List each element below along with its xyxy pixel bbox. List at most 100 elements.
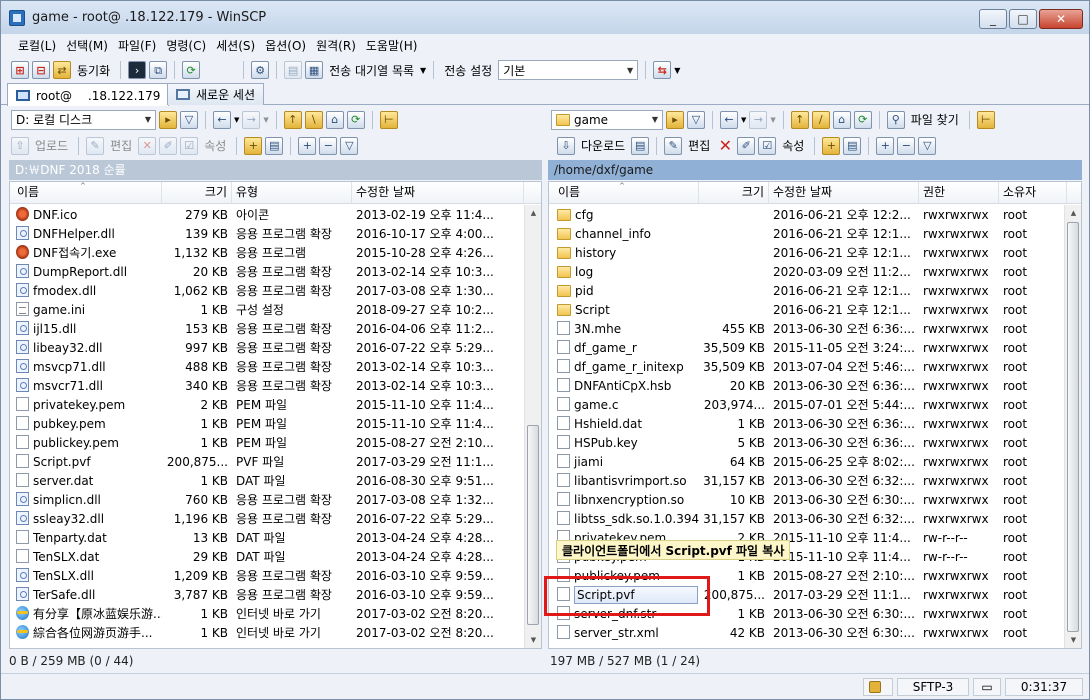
- menu-command[interactable]: 명령(C): [161, 37, 211, 54]
- remote-file-row[interactable]: HSPub.key 5 KB 2013-06-30 오전 6:36:... rwxrw…: [549, 434, 1065, 453]
- minimize-button[interactable]: _: [979, 9, 1007, 29]
- filter-icon[interactable]: ▽: [687, 110, 705, 129]
- queue-list-label[interactable]: 전송 대기열 목록: [329, 62, 414, 79]
- remote-file-row[interactable]: df_game_r 35,509 KB 2015-11-05 오전 3:24:...…: [549, 339, 1065, 358]
- right-scroll-thumb[interactable]: [1067, 222, 1079, 632]
- menu-remote[interactable]: 원격(R): [311, 37, 361, 54]
- file-row[interactable]: Script.pvf 200,875... PVF 파일 2017-03-29 오전 …: [10, 453, 526, 472]
- remote-file-row[interactable]: Script 2016-06-21 오후 12:1... rwxrwxrwx root: [549, 301, 1065, 320]
- refresh-icon[interactable]: ⟳: [346, 110, 365, 129]
- file-row[interactable]: ssleay32.dll 1,196 KB 응용 프로그램 확장 2016-07-22…: [10, 510, 526, 529]
- tree-icon[interactable]: ⊢: [976, 110, 995, 129]
- col-name[interactable]: ^ 이름: [549, 182, 699, 203]
- parent-dir-icon[interactable]: ↑: [790, 110, 809, 129]
- synchronize-browse-icon[interactable]: ⊟: [32, 61, 50, 79]
- left-scrollbar[interactable]: ▲ ▼: [524, 205, 541, 648]
- col-modified[interactable]: 수정한 날짜: [352, 182, 524, 203]
- edit-button[interactable]: 편집: [688, 137, 710, 154]
- file-row[interactable]: publickey.pem 1 KB PEM 파일 2015-08-27 오전 2:1…: [10, 434, 526, 453]
- root-dir-icon[interactable]: /: [811, 110, 830, 129]
- local-drive-select[interactable]: D: 로컬 디스크 ▼: [11, 109, 156, 130]
- file-row[interactable]: libeay32.dll 997 KB 응용 프로그램 확장 2016-07-22 오…: [10, 339, 526, 358]
- left-scroll-thumb[interactable]: [527, 425, 539, 625]
- col-owner[interactable]: 소유자: [999, 182, 1067, 203]
- remote-file-row[interactable]: history 2016-06-21 오후 12:1... rwxrwxrwx roo…: [549, 244, 1065, 263]
- home-icon[interactable]: ⌂: [832, 110, 851, 129]
- preferences-icon[interactable]: ⚙: [251, 61, 270, 79]
- refresh-queue-icon[interactable]: ⟳: [182, 61, 201, 79]
- new-folder-icon[interactable]: +: [822, 136, 841, 155]
- back-icon[interactable]: ←: [720, 110, 738, 129]
- download-icon[interactable]: ⇩: [557, 136, 575, 155]
- remote-file-row[interactable]: server_str.xml 42 KB 2013-06-30 오전 6:30:..…: [549, 624, 1065, 643]
- file-row[interactable]: privatekey.pem 2 KB PEM 파일 2015-11-10 오후 11…: [10, 396, 526, 415]
- transfer-options-icon[interactable]: ⇆: [653, 61, 672, 79]
- menu-file[interactable]: 파일(F): [113, 37, 161, 54]
- col-modified[interactable]: 수정한 날짜: [769, 182, 919, 203]
- file-row[interactable]: game.ini 1 KB 구성 설정 2018-09-27 오후 10:2...: [10, 301, 526, 320]
- download-options-icon[interactable]: ▤: [631, 136, 650, 155]
- file-row[interactable]: 有分享【原冰蓝娱乐游... 1 KB 인터넷 바로 가기 2017-03-02 오전 …: [10, 605, 526, 624]
- sync-label[interactable]: 동기화: [77, 62, 110, 79]
- remote-file-row[interactable]: 3N.mhe 455 KB 2013-06-30 오전 6:36:... rwxrwx…: [549, 320, 1065, 339]
- file-row[interactable]: msvcp71.dll 488 KB 응용 프로그램 확장 2013-02-14 오후…: [10, 358, 526, 377]
- open-folder-icon[interactable]: ▸: [159, 110, 177, 129]
- tree-icon[interactable]: ⊢: [379, 110, 398, 129]
- invert-selection-icon[interactable]: ▽: [340, 136, 359, 155]
- file-row[interactable]: msvcr71.dll 340 KB 응용 프로그램 확장 2013-02-14 오후…: [10, 377, 526, 396]
- col-type[interactable]: 유형: [232, 182, 352, 203]
- new-folder-icon[interactable]: +: [244, 136, 263, 155]
- remote-file-row[interactable]: df_game_r_initexp 35,509 KB 2013-07-04 오전 …: [549, 358, 1065, 377]
- select-all-icon[interactable]: +: [876, 136, 895, 155]
- new-file-icon[interactable]: ▤: [843, 136, 862, 155]
- maximize-button[interactable]: □: [1009, 9, 1037, 29]
- file-row[interactable]: TenSLX.dll 1,209 KB 응용 프로그램 확장 2016-03-10 오…: [10, 567, 526, 586]
- unselect-icon[interactable]: −: [897, 136, 916, 155]
- remote-file-row[interactable]: libtss_sdk.so.1.0.394 31,157 KB 2013-06-30…: [549, 510, 1065, 529]
- menu-local[interactable]: 로컬(L): [13, 37, 61, 54]
- menu-session[interactable]: 세션(S): [211, 37, 260, 54]
- edit-icon[interactable]: ✎: [664, 136, 683, 155]
- file-row[interactable]: DumpReport.dll 20 KB 응용 프로그램 확장 2013-02-14 …: [10, 263, 526, 282]
- root-dir-icon[interactable]: \: [304, 110, 323, 129]
- find-files-button[interactable]: 파일 찾기: [911, 111, 959, 128]
- file-row[interactable]: fmodex.dll 1,062 KB 응용 프로그램 확장 2017-03-08 오…: [10, 282, 526, 301]
- transfer-preset-select[interactable]: 기본 ▼: [498, 60, 639, 80]
- invert-selection-icon[interactable]: ▽: [918, 136, 937, 155]
- tab-new-session[interactable]: 새로운 세션: [167, 83, 265, 105]
- remote-file-row[interactable]: channel_info 2016-06-21 오후 12:1... rwxrwxr…: [549, 225, 1065, 244]
- transfer-options-dropdown-icon[interactable]: ▼: [674, 66, 680, 75]
- properties-button[interactable]: 속성: [782, 137, 804, 154]
- file-row[interactable]: 綜合各位网游页游手... 1 KB 인터넷 바로 가기 2017-03-02 오전 8…: [10, 624, 526, 643]
- close-button[interactable]: ✕: [1039, 9, 1083, 29]
- back-icon[interactable]: ←: [213, 110, 231, 129]
- file-row[interactable]: DNF접속기.exe 1,132 KB 응용 프로그램 2015-10-28 오후 4…: [10, 244, 526, 263]
- sync-icon[interactable]: ⇄: [53, 61, 71, 79]
- file-row[interactable]: pubkey.pem 1 KB PEM 파일 2015-11-10 오후 11:4..…: [10, 415, 526, 434]
- col-name[interactable]: ^ 이름: [10, 182, 162, 203]
- menu-options[interactable]: 옵션(O): [260, 37, 311, 54]
- remote-file-row[interactable]: cfg 2016-06-21 오후 12:2... rwxrwxrwx root: [549, 206, 1065, 225]
- rename-icon[interactable]: ✐: [737, 136, 756, 155]
- compare-icon[interactable]: ⊞: [11, 61, 29, 79]
- home-icon[interactable]: ⌂: [325, 110, 344, 129]
- remote-file-row[interactable]: libantisvrimport.so 31,157 KB 2013-06-30 오…: [549, 472, 1065, 491]
- download-button[interactable]: 다운로드: [581, 137, 625, 154]
- tab-session-root[interactable]: root@ .18.122.179: [7, 83, 170, 106]
- delete-icon[interactable]: ✕: [716, 137, 734, 155]
- remote-file-row[interactable]: Hshield.dat 1 KB 2013-06-30 오전 6:36:... rwx…: [549, 415, 1065, 434]
- remote-file-row[interactable]: DNFAntiCpX.hsb 20 KB 2013-06-30 오전 6:36:..…: [549, 377, 1065, 396]
- col-permissions[interactable]: 권한: [919, 182, 999, 203]
- unselect-icon[interactable]: −: [319, 136, 338, 155]
- select-all-icon[interactable]: +: [298, 136, 317, 155]
- file-row[interactable]: Tenparty.dat 13 KB DAT 파일 2013-04-24 오후 4:2…: [10, 529, 526, 548]
- terminal-icon[interactable]: ›: [128, 61, 147, 79]
- file-row[interactable]: server.dat 1 KB DAT 파일 2016-08-30 오후 9:51..…: [10, 472, 526, 491]
- remote-file-row[interactable]: jiami 64 KB 2015-06-25 오후 8:02:... rwxrwxrw…: [549, 453, 1065, 472]
- queue-dropdown-icon[interactable]: ▼: [420, 66, 426, 75]
- remote-file-row[interactable]: libnxencryption.so 10 KB 2013-06-30 오전 6:3…: [549, 491, 1065, 510]
- binoculars-icon[interactable]: ⚲: [886, 110, 905, 129]
- properties-icon[interactable]: ☑: [758, 136, 777, 155]
- parent-dir-icon[interactable]: ↑: [283, 110, 302, 129]
- right-scrollbar[interactable]: ▲ ▼: [1064, 205, 1081, 648]
